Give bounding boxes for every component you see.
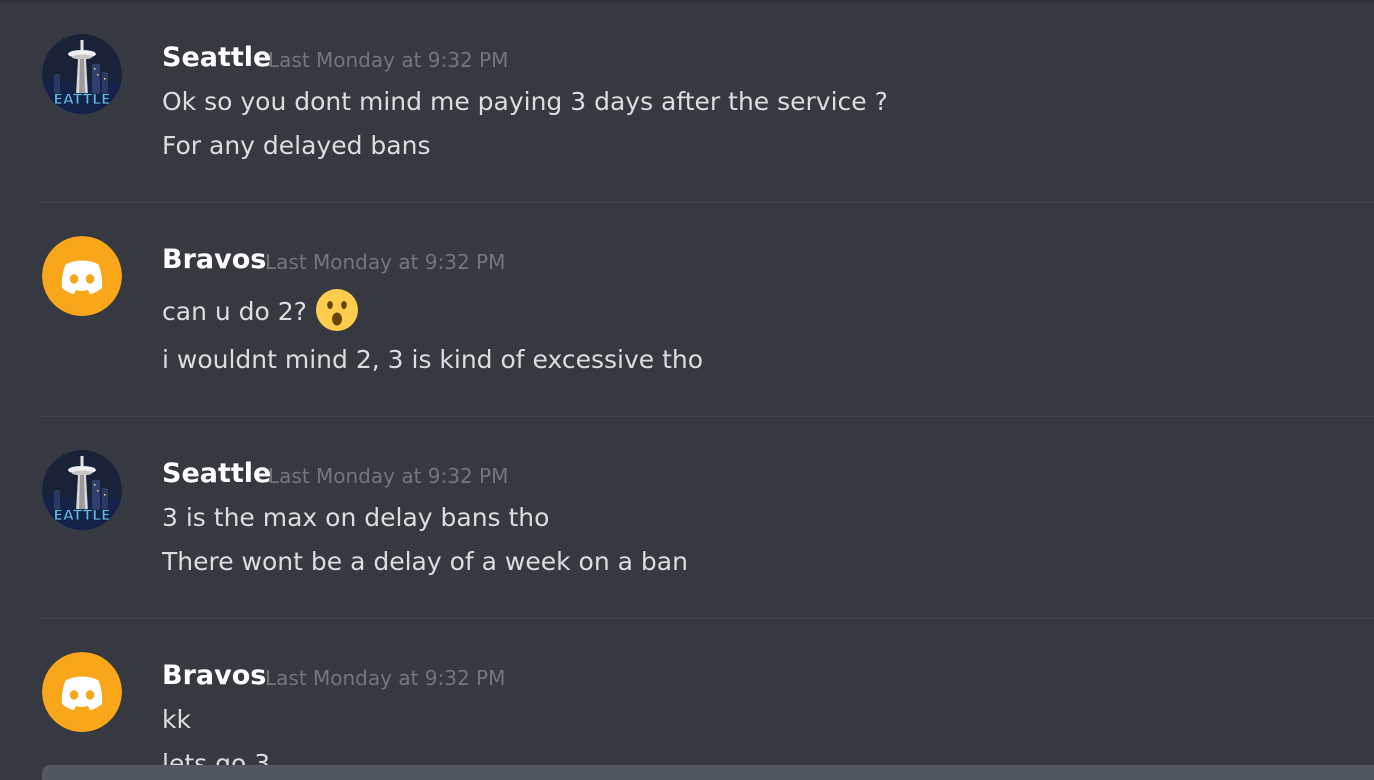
timestamp[interactable]: Last Monday at 9:32 PM — [265, 250, 505, 274]
message-text: There wont be a delay of a week on a ban — [162, 547, 688, 576]
message-text: can u do 2? — [162, 297, 307, 326]
avatar[interactable] — [42, 236, 122, 316]
message-divider — [42, 618, 1374, 619]
open-mouth-emoji-icon — [315, 289, 358, 331]
discord-logo-icon — [42, 652, 122, 732]
seattle-space-needle-icon: EATTLE — [42, 34, 122, 114]
message-text: Ok so you dont mind me paying 3 days aft… — [162, 87, 888, 116]
svg-text:EATTLE: EATTLE — [53, 508, 110, 524]
discord-logo-icon — [42, 236, 122, 316]
username[interactable]: Bravos — [162, 660, 266, 692]
message-divider — [42, 416, 1374, 417]
message-text: 3 is the max on delay bans tho — [162, 503, 550, 532]
message-line: can u do 2? — [162, 289, 359, 332]
message-list: EATTLE Seattle Last Monday at 9:32 PM Ok… — [0, 0, 1374, 780]
avatar[interactable] — [42, 652, 122, 732]
message-text: i wouldnt mind 2, 3 is kind of excessive… — [162, 345, 704, 374]
username[interactable]: Seattle — [162, 458, 271, 490]
message-input-bar[interactable] — [42, 765, 1374, 780]
message-text: kk — [162, 705, 191, 734]
timestamp[interactable]: Last Monday at 9:32 PM — [268, 464, 508, 488]
timestamp[interactable]: Last Monday at 9:32 PM — [268, 48, 508, 72]
svg-text:EATTLE: EATTLE — [53, 92, 110, 108]
avatar[interactable]: EATTLE — [42, 34, 122, 114]
username[interactable]: Bravos — [162, 244, 266, 276]
timestamp[interactable]: Last Monday at 9:32 PM — [265, 666, 505, 690]
message-text: For any delayed bans — [162, 131, 431, 160]
username[interactable]: Seattle — [162, 42, 271, 74]
seattle-space-needle-icon: EATTLE — [42, 450, 122, 530]
message-divider — [42, 202, 1374, 203]
avatar[interactable]: EATTLE — [42, 450, 122, 530]
